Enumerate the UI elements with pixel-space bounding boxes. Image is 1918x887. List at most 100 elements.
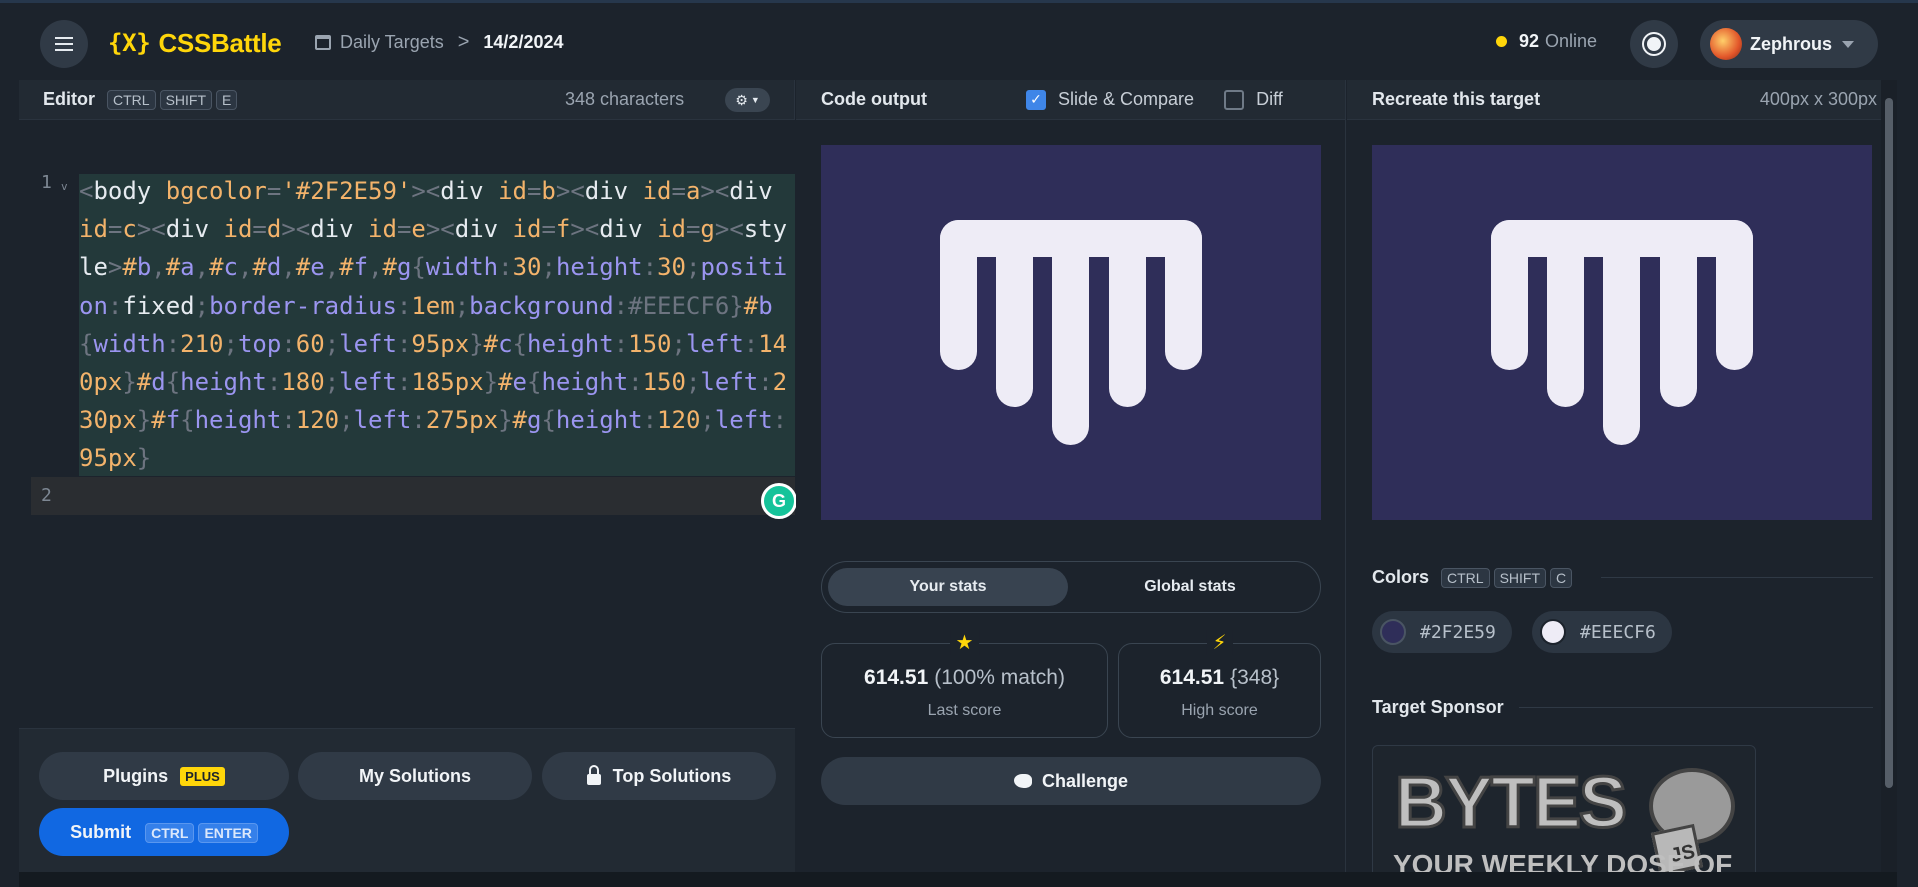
active-line — [31, 477, 795, 515]
output-title: Code output — [821, 89, 927, 109]
code-token: < — [729, 215, 744, 244]
code-token: div — [310, 215, 369, 244]
code-token: ; — [671, 329, 686, 358]
plugins-button[interactable]: Plugins PLUS — [39, 752, 289, 800]
fold-chevron-icon[interactable]: v — [61, 180, 68, 193]
code-token: # — [136, 368, 152, 397]
breadcrumb-daily-targets[interactable]: Daily Targets — [340, 32, 444, 53]
breadcrumb-date: 14/2/2024 — [483, 32, 564, 52]
high-score-label: High score — [1181, 702, 1258, 719]
code-content[interactable]: <body bgcolor='#2F2E59'><div id=b><div i… — [79, 172, 791, 478]
code-token: div — [440, 177, 499, 205]
code-token: : — [642, 253, 658, 282]
code-token: , — [368, 253, 383, 282]
code-token: : — [266, 368, 282, 397]
gear-icon: ⚙ — [735, 91, 748, 108]
user-menu-button[interactable]: Zephrous — [1700, 20, 1878, 68]
code-token: = — [671, 177, 686, 205]
theme-toggle-button[interactable] — [1630, 20, 1678, 68]
code-token: id — [79, 215, 108, 244]
code-token: : — [281, 406, 296, 435]
kbd-c: C — [1550, 568, 1573, 588]
code-token: b — [136, 253, 152, 282]
tab-your-stats[interactable]: Your stats — [828, 568, 1068, 606]
cssbattle-logo[interactable]: {X} CSSBattle — [108, 27, 282, 59]
output-header: Code output ✓ Slide & Compare Diff — [796, 80, 1345, 120]
code-token: } — [729, 291, 744, 320]
code-token: id — [368, 215, 397, 244]
code-token: : — [743, 329, 759, 358]
star-icon: ★ — [949, 630, 980, 655]
target-title: Recreate this target — [1372, 89, 1541, 109]
code-token: : — [411, 406, 426, 435]
shape-prong — [1109, 220, 1146, 407]
code-token: b — [541, 177, 556, 205]
code-token: } — [136, 444, 152, 473]
editor-title: Editor — [43, 89, 95, 109]
code-token: { — [512, 329, 527, 358]
code-token: f — [555, 215, 571, 244]
color-swatch[interactable]: #EEECF6 — [1532, 611, 1672, 653]
submit-button[interactable]: Submit CTRL ENTER — [39, 808, 289, 856]
code-token: } — [122, 368, 137, 397]
code-token: : — [613, 291, 629, 320]
output-canvas[interactable] — [821, 145, 1321, 520]
code-token: : — [107, 291, 123, 320]
code-token: } — [469, 329, 484, 358]
grammarly-icon[interactable]: G — [761, 483, 797, 519]
code-token: >< — [136, 215, 166, 244]
code-token: id — [498, 177, 527, 205]
code-token: < — [79, 177, 94, 205]
code-token: b — [758, 291, 773, 320]
last-score-value: 614.51 — [864, 666, 929, 689]
color-swatch[interactable]: #2F2E59 — [1372, 611, 1512, 653]
last-score-match: (100% match) — [934, 666, 1065, 689]
code-token: g — [526, 406, 542, 435]
code-editor[interactable]: 1 v 2 <body bgcolor='#2F2E59'><div id=b>… — [19, 120, 797, 768]
challenge-label: Challenge — [1041, 770, 1129, 791]
challenge-button[interactable]: Challenge — [821, 757, 1321, 805]
code-token: height — [541, 368, 629, 397]
code-token: fixed — [122, 291, 195, 320]
my-solutions-button[interactable]: My Solutions — [298, 752, 532, 800]
code-token: width — [93, 329, 166, 358]
code-token: ; — [324, 329, 340, 358]
code-token: f — [165, 406, 181, 435]
color-hex: #EEECF6 — [1580, 621, 1656, 643]
code-token: height — [555, 253, 643, 282]
code-token: ; — [700, 406, 715, 435]
code-token: , — [194, 253, 210, 282]
code-token: ; — [454, 291, 470, 320]
code-token: : — [165, 329, 181, 358]
code-token: : — [628, 368, 643, 397]
code-token: : — [396, 368, 412, 397]
code-token: a — [685, 177, 701, 205]
sponsor-banner[interactable]: BYTES JS YOUR WEEKLY DOSE OF — [1372, 745, 1756, 887]
editor-header: Editor CTRL SHIFT E 348 characters ⚙ ▼ — [19, 80, 794, 120]
divider — [1601, 577, 1873, 578]
slide-compare-checkbox[interactable]: ✓ — [1026, 89, 1046, 110]
kbd-ctrl: CTRL — [145, 822, 195, 843]
page-scrollbar[interactable] — [1881, 80, 1897, 887]
code-token: # — [339, 253, 354, 282]
code-token: = — [541, 215, 556, 244]
last-score: 614.51 (100% match) — [822, 666, 1107, 690]
diff-checkbox[interactable] — [1224, 89, 1245, 110]
menu-button[interactable] — [40, 20, 88, 68]
editor-panel: Editor CTRL SHIFT E 348 characters ⚙ ▼ 1 v … — [19, 80, 797, 887]
top-solutions-button[interactable]: Top Solutions — [542, 752, 776, 800]
code-token: # — [165, 253, 181, 282]
kbd-ctrl: CTRL — [1441, 568, 1490, 588]
slide-compare-label: Slide & Compare — [1058, 89, 1195, 109]
scrollbar-thumb[interactable] — [1885, 98, 1893, 788]
slide-compare-toggle[interactable]: ✓ Slide & Compare Diff — [1026, 89, 1283, 110]
code-token: >< — [555, 177, 585, 205]
editor-settings-button[interactable]: ⚙ ▼ — [725, 88, 770, 112]
tab-global-stats[interactable]: Global stats — [1070, 568, 1310, 606]
code-token: div — [165, 215, 224, 244]
code-token: left — [339, 368, 397, 397]
code-token: : — [281, 329, 296, 358]
target-canvas[interactable] — [1372, 145, 1872, 520]
online-count: 92 — [1519, 31, 1540, 51]
code-token: id — [512, 215, 542, 244]
